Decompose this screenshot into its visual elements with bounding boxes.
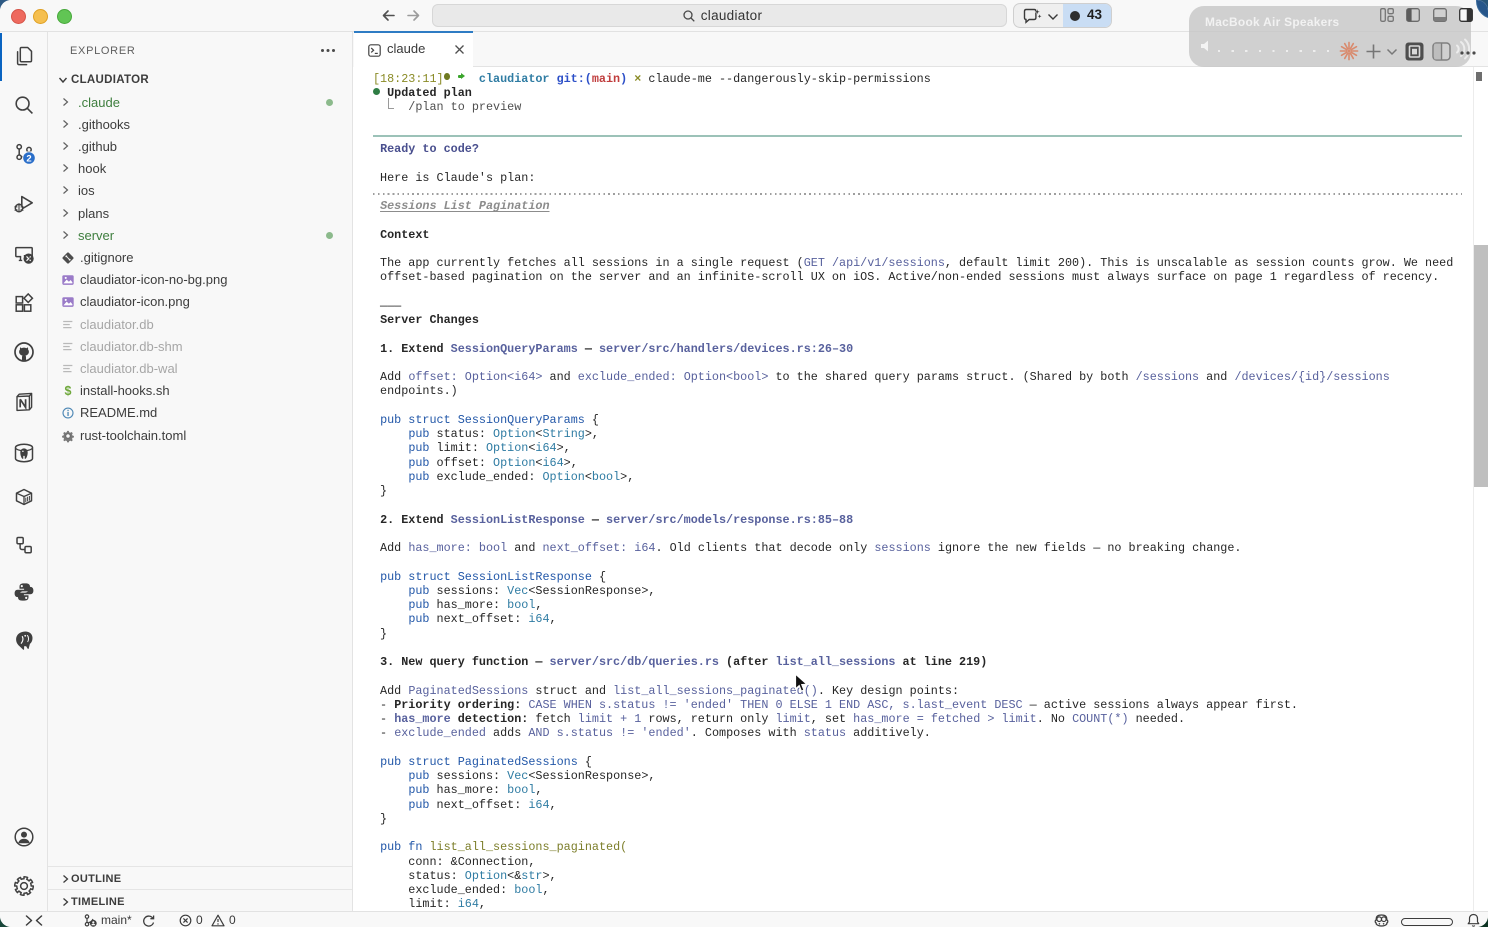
svg-text:2: 2 — [26, 153, 31, 164]
